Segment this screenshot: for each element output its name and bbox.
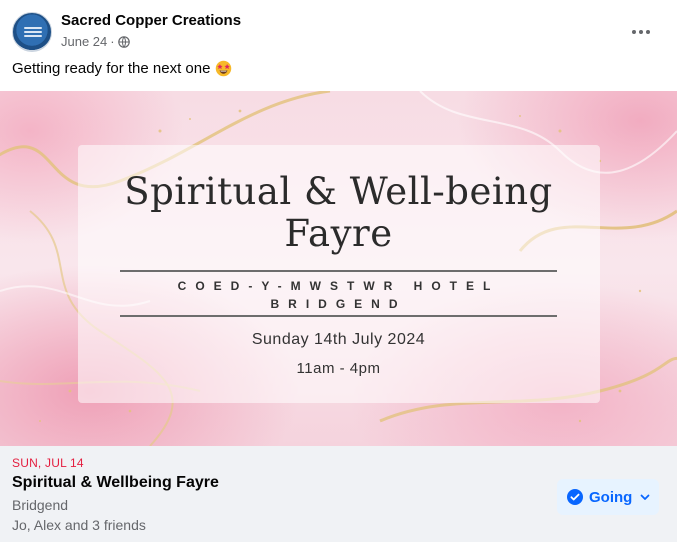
check-circle-icon (567, 489, 583, 505)
going-label: Going (589, 488, 633, 506)
page-name-link[interactable]: Sacred Copper Creations (61, 12, 241, 29)
more-dot (646, 30, 650, 34)
more-dot (632, 30, 636, 34)
event-name-link[interactable]: Spiritual & Wellbeing Fayre (12, 474, 219, 492)
star-struck-emoji-icon (216, 60, 232, 77)
event-location: Bridgend (12, 497, 69, 513)
event-image-date: Sunday 14th July 2024 (251, 331, 426, 348)
event-image-time: 11am - 4pm (296, 360, 381, 377)
post-card: Sacred Copper Creations June 24 · Gettin… (0, 0, 677, 548)
post-caption: Getting ready for the next one (12, 60, 232, 77)
page-avatar[interactable] (12, 12, 52, 52)
caption-text: Getting ready for the next one (12, 60, 211, 77)
event-image-title-line1: Spiritual & Well-being (124, 170, 553, 213)
divider-line (120, 270, 557, 272)
going-rsvp-button[interactable]: Going (557, 479, 659, 515)
more-options-button[interactable] (623, 14, 659, 50)
meta-separator: · (110, 34, 115, 49)
globe-icon[interactable] (117, 35, 130, 48)
event-friends-going: Jo, Alex and 3 friends (12, 517, 146, 533)
divider-line (120, 315, 557, 317)
post-meta: June 24 · (61, 34, 130, 49)
event-day: SUN, JUL 14 (12, 456, 84, 470)
event-image-venue-line1: COED-Y-MWSTWR HOTEL (177, 279, 500, 293)
event-image-venue-line2: BRIDGEND (270, 297, 407, 311)
event-cover-image[interactable]: Spiritual & Well-being Fayre COED-Y-MWST… (0, 91, 677, 446)
post-header: Sacred Copper Creations June 24 · (12, 10, 667, 54)
more-dot (639, 30, 643, 34)
event-image-title-line2: Fayre (284, 212, 393, 255)
event-details[interactable]: SUN, JUL 14 Spiritual & Wellbeing Fayre … (0, 446, 677, 542)
avatar-logo-icon (24, 27, 42, 37)
post-date-link[interactable]: June 24 (61, 34, 107, 49)
chevron-down-icon (640, 494, 650, 500)
